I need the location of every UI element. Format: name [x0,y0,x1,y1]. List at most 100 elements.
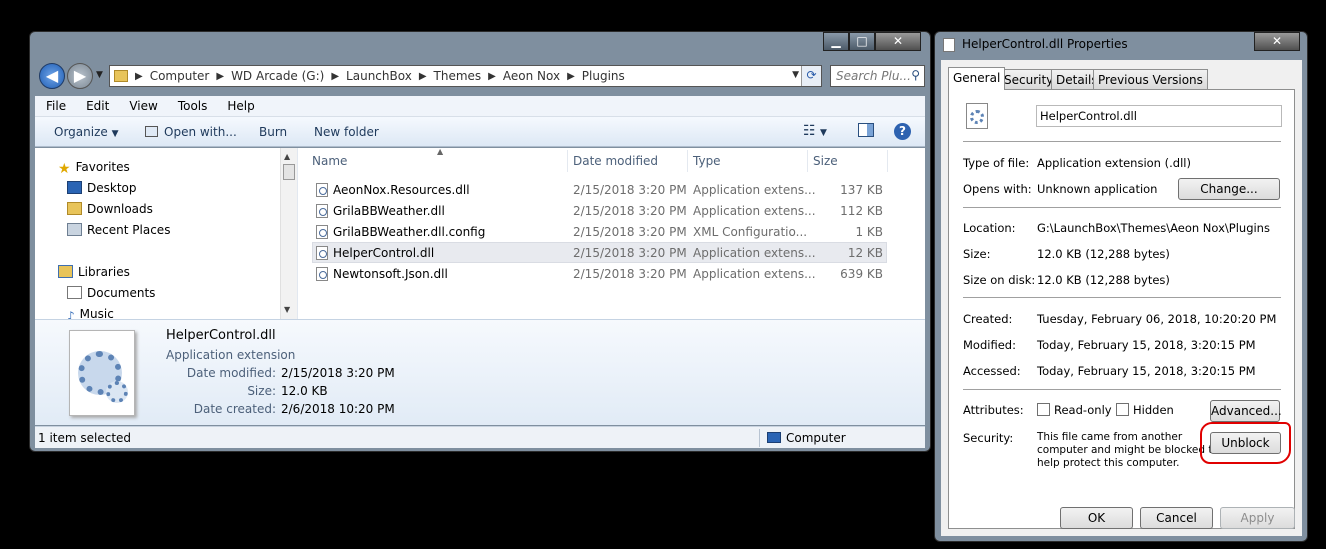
column-header-name[interactable]: Name [312,154,347,168]
dll-file-icon [316,267,328,281]
burn-button[interactable]: Burn [259,125,287,139]
nav-downloads[interactable]: Downloads [67,202,153,216]
new-folder-button[interactable]: New folder [314,125,379,139]
nav-documents[interactable]: Documents [67,286,155,300]
file-row[interactable]: AeonNox.Resources.dll 2/15/2018 3:20 PM … [312,179,887,200]
file-name-text: GrilaBBWeather.dll.config [333,225,486,239]
readonly-label: Read-only [1054,403,1112,417]
file-row[interactable]: Newtonsoft.Json.dll 2/15/2018 3:20 PM Ap… [312,263,887,284]
breadcrumb-drive[interactable]: WD Arcade (G:) [228,69,327,83]
documents-icon [67,286,82,299]
scroll-up-icon[interactable]: ▲ [284,152,290,161]
attributes-label: Attributes: [963,403,1024,417]
help-icon[interactable]: ? [894,123,911,140]
breadcrumb-separator-icon: ▶ [418,70,427,82]
command-bar: Organize ▼ Open with... Burn New folder … [35,117,925,147]
column-header-size[interactable]: Size [813,154,838,168]
search-input[interactable]: Search Plu... ⚲ [830,65,925,87]
forward-button[interactable]: ▶ [67,63,93,89]
change-button[interactable]: Change... [1178,178,1280,200]
organize-button[interactable]: Organize ▼ [54,125,119,139]
open-with-button[interactable]: Open with... [145,125,237,139]
breadcrumb-plugins[interactable]: Plugins [579,69,628,83]
accessed-label: Accessed: [963,364,1021,378]
ok-button[interactable]: OK [1060,507,1133,529]
menu-file[interactable]: File [35,99,75,113]
red-highlight-annotation [1200,422,1291,464]
downloads-folder-icon [67,202,82,215]
view-options-icon[interactable]: ☷ ▼ [803,123,827,139]
tab-previous-versions[interactable]: Previous Versions [1093,69,1208,89]
scroll-thumb[interactable] [283,164,295,180]
close-button[interactable]: ✕ [875,32,921,51]
open-with-label: Open with... [164,125,237,139]
security-message-line3: help protect this computer. [1037,457,1180,469]
minimize-button[interactable]: ▁ [823,32,849,51]
nav-downloads-label: Downloads [87,202,153,216]
search-icon[interactable]: ⚲ [911,68,920,82]
hidden-checkbox[interactable]: Hidden [1116,403,1174,417]
file-row[interactable]: GrilaBBWeather.dll 2/15/2018 3:20 PM App… [312,200,887,221]
menu-tools[interactable]: Tools [167,99,217,113]
column-divider[interactable] [567,150,568,172]
breadcrumb-themes[interactable]: Themes [431,69,485,83]
tab-general[interactable]: General [948,67,1006,90]
computer-icon [767,432,781,443]
menu-edit[interactable]: Edit [75,99,118,113]
advanced-button[interactable]: Advanced... [1210,400,1282,422]
file-list: ▲ Name Date modified Type Size AeonNox.R… [297,147,925,319]
nav-libraries[interactable]: Libraries [58,265,130,279]
config-file-icon [316,225,328,239]
dll-file-icon [316,246,328,260]
menu-help[interactable]: Help [216,99,263,113]
maximize-button[interactable]: □ [849,32,875,51]
breadcrumb-computer[interactable]: Computer [147,69,213,83]
menu-view[interactable]: View [118,99,166,113]
column-divider[interactable] [687,150,688,172]
cancel-button[interactable]: Cancel [1140,507,1213,529]
file-size: 137 KB [840,183,883,197]
column-divider[interactable] [807,150,808,172]
back-button[interactable]: ◀ [39,63,65,89]
type-of-file-label: Type of file: [963,156,1030,170]
file-type: Application extens... [693,246,816,260]
nav-scrollbar[interactable]: ▲ ▼ [280,148,297,319]
details-file-kind: Application extension [166,348,296,362]
breadcrumb-aeon-nox[interactable]: Aeon Nox [500,69,563,83]
column-header-type[interactable]: Type [693,154,721,168]
checkbox-unchecked-icon[interactable] [1037,403,1050,416]
breadcrumb-launchbox[interactable]: LaunchBox [343,69,415,83]
breadcrumb-separator-icon: ▶ [331,70,340,82]
file-size: 639 KB [840,267,883,281]
readonly-checkbox[interactable]: Read-only [1037,403,1112,417]
nav-desktop[interactable]: Desktop [67,181,137,195]
recent-pages-chevron-icon[interactable]: ▼ [96,70,103,80]
column-header-date-modified[interactable]: Date modified [573,154,658,168]
breadcrumb-separator-icon: ▶ [135,70,143,82]
checkbox-unchecked-icon[interactable] [1116,403,1129,416]
scroll-down-icon[interactable]: ▼ [284,305,290,314]
refresh-icon[interactable]: ⟳ [801,66,821,86]
details-date-created: 2/6/2018 10:20 PM [281,402,395,416]
explorer-window: ▁ □ ✕ ◀ ▶ ▼ ▶ Computer ▶ WD Arcade (G:) … [29,31,931,452]
file-date: 2/15/2018 3:20 PM [573,267,687,281]
apply-button[interactable]: Apply [1220,507,1295,529]
type-of-file-value: Application extension (.dll) [1037,156,1191,170]
file-type: XML Configuratio... [693,225,808,239]
address-bar[interactable]: ▶ Computer ▶ WD Arcade (G:) ▶ LaunchBox … [109,65,822,87]
file-row-selected[interactable]: HelperControl.dll 2/15/2018 3:20 PM Appl… [312,242,887,263]
navigation-bar: ◀ ▶ ▼ ▶ Computer ▶ WD Arcade (G:) ▶ Laun… [35,60,925,94]
file-name-text: GrilaBBWeather.dll [333,204,445,218]
opens-with-value: Unknown application [1037,182,1158,196]
dialog-close-button[interactable]: ✕ [1254,32,1300,51]
file-row[interactable]: GrilaBBWeather.dll.config 2/15/2018 3:20… [312,221,887,242]
address-dropdown-icon[interactable]: ▼ [792,70,799,80]
details-size-label: Size: [247,384,276,398]
column-divider[interactable] [887,150,888,172]
filename-field[interactable]: HelperControl.dll [1036,105,1282,127]
nav-favorites[interactable]: ★ Favorites [58,160,130,177]
preview-pane-icon[interactable] [858,123,874,137]
tab-security[interactable]: Security [999,69,1059,89]
nav-recent-places[interactable]: Recent Places [67,223,170,237]
file-size: 1 KB [855,225,883,239]
